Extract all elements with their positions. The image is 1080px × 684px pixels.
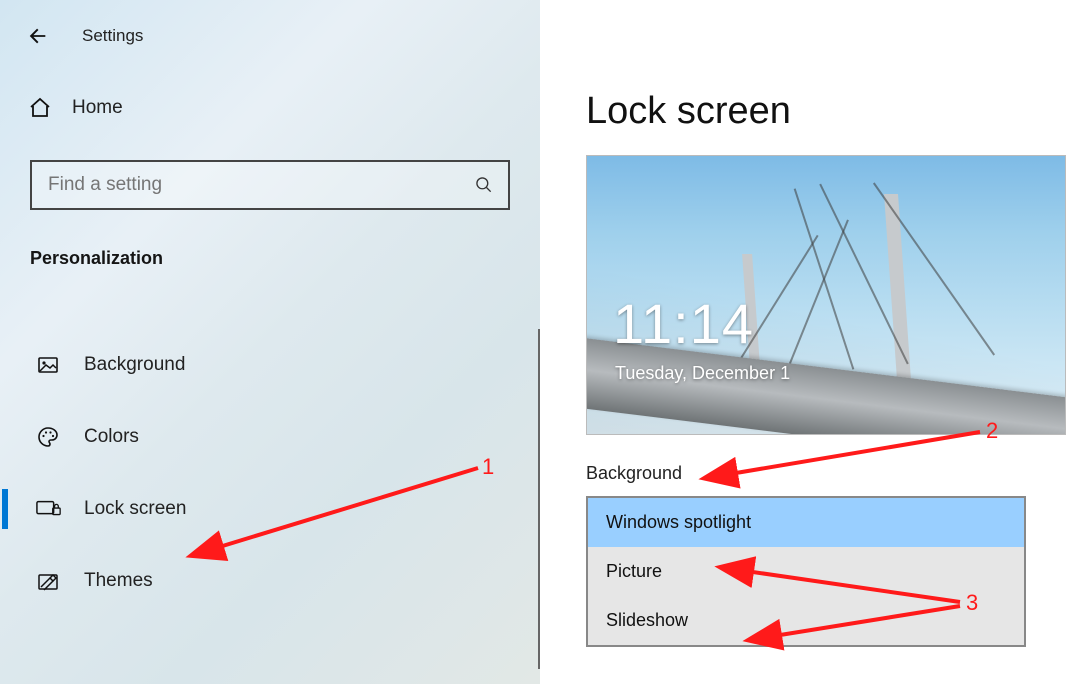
search-icon bbox=[474, 175, 494, 195]
dropdown-option-picture[interactable]: Picture bbox=[588, 547, 1024, 596]
sidebar-item-label: Lock screen bbox=[84, 498, 186, 520]
arrow-left-icon bbox=[27, 25, 49, 47]
section-heading: Personalization bbox=[0, 248, 540, 269]
palette-icon bbox=[36, 425, 60, 449]
preview-time: 11:14 bbox=[613, 291, 754, 356]
lock-screen-preview: 11:14 Tuesday, December 1 bbox=[586, 155, 1066, 435]
sidebar-item-label: Colors bbox=[84, 426, 139, 448]
background-label: Background bbox=[586, 463, 1070, 484]
search-box[interactable] bbox=[30, 160, 510, 210]
search-input[interactable] bbox=[46, 173, 474, 197]
preview-decoration bbox=[884, 194, 912, 394]
back-button[interactable] bbox=[20, 18, 56, 54]
preview-decoration bbox=[794, 188, 855, 369]
sidebar-item-colors[interactable]: Colors bbox=[0, 401, 534, 473]
background-dropdown[interactable]: Windows spotlight Picture Slideshow bbox=[586, 496, 1026, 647]
content-pane: Lock screen 11:14 Tuesday, December 1 Ba… bbox=[540, 0, 1080, 684]
sidebar-home-label: Home bbox=[72, 97, 123, 119]
lockscreen-icon bbox=[36, 498, 62, 520]
preview-decoration bbox=[787, 219, 849, 368]
sidebar-item-themes[interactable]: Themes bbox=[0, 545, 534, 617]
dropdown-option-windows-spotlight[interactable]: Windows spotlight bbox=[588, 498, 1024, 547]
home-icon bbox=[28, 96, 52, 120]
app-title: Settings bbox=[82, 26, 143, 46]
pencil-icon bbox=[36, 569, 60, 593]
preview-date: Tuesday, December 1 bbox=[615, 363, 790, 384]
dropdown-option-slideshow[interactable]: Slideshow bbox=[588, 596, 1024, 645]
topbar: Settings bbox=[0, 18, 540, 86]
sidebar-home[interactable]: Home bbox=[0, 86, 540, 130]
nav-list: Background Colors Lock screen bbox=[0, 329, 540, 669]
sidebar-item-lock-screen[interactable]: Lock screen bbox=[0, 473, 534, 545]
picture-icon bbox=[36, 353, 60, 377]
sidebar: Settings Home Personalization Background bbox=[0, 0, 540, 684]
sidebar-item-background[interactable]: Background bbox=[0, 329, 534, 401]
sidebar-item-label: Themes bbox=[84, 570, 153, 592]
page-title: Lock screen bbox=[586, 90, 1070, 133]
sidebar-item-label: Background bbox=[84, 354, 185, 376]
